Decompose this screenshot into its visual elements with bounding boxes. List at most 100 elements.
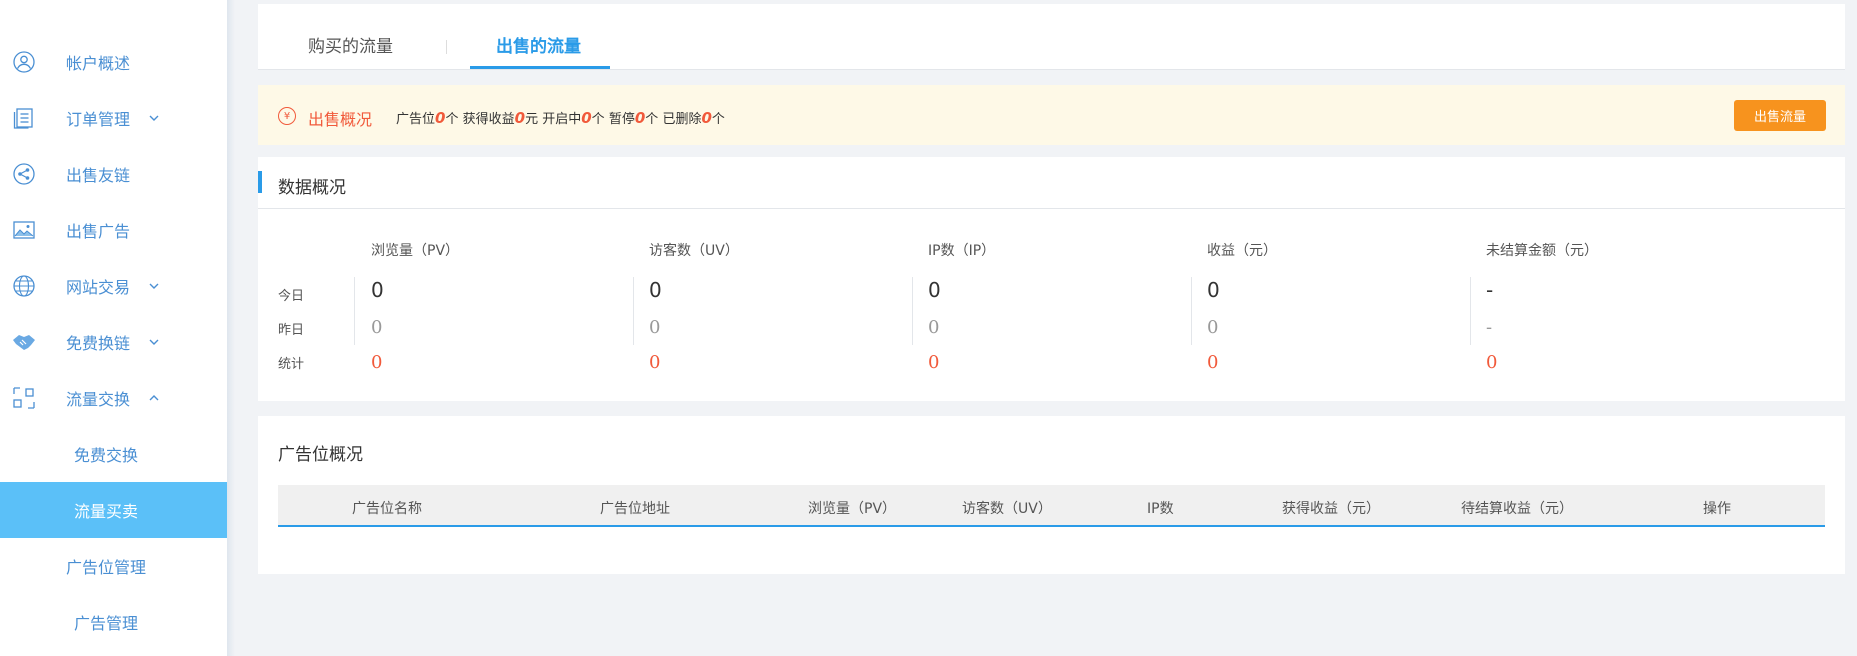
col-head-uv: 访客数（UV） bbox=[649, 243, 739, 259]
sales-summary-bar: ¥ 出售概况 广告位0个 获得收益0元 开启中0个 暂停0个 已删除0个 出售流… bbox=[258, 85, 1845, 145]
sidebar-item-order-management[interactable]: 订单管理 bbox=[0, 90, 227, 146]
share-icon bbox=[12, 162, 36, 186]
row-label-today: 今日 bbox=[278, 289, 305, 304]
earned-value: 0 bbox=[514, 109, 526, 127]
sidebar-subitem-free-exchange[interactable]: 免费交换 bbox=[0, 426, 227, 482]
sidebar-item-label: 流量交换 bbox=[66, 390, 131, 409]
ad-slot-overview-panel: 广告位概况 广告位名称 广告位地址 浏览量（PV） 访客数（UV） IP数 获得… bbox=[258, 416, 1845, 574]
total-unsettled: 0 bbox=[1486, 352, 1498, 373]
th-pending: 待结算收益（元） bbox=[1461, 501, 1573, 517]
tab-sold-traffic[interactable]: 出售的流量 bbox=[496, 32, 581, 57]
th-pv: 浏览量（PV） bbox=[808, 501, 897, 517]
sidebar-divider bbox=[227, 0, 235, 656]
slots-count: 0 bbox=[435, 109, 446, 127]
column-divider bbox=[1470, 277, 1471, 345]
chevron-down-icon bbox=[149, 115, 159, 121]
section-accent-bar bbox=[258, 171, 262, 193]
th-slot-name: 广告位名称 bbox=[352, 501, 422, 517]
total-pv: 0 bbox=[371, 352, 383, 373]
row-label-total: 统计 bbox=[278, 357, 305, 372]
sidebar-subitem-ad-management[interactable]: 广告管理 bbox=[0, 594, 227, 650]
sidebar-item-website-trading[interactable]: 网站交易 bbox=[0, 258, 227, 314]
sidebar-item-label: 网站交易 bbox=[66, 278, 131, 297]
ad-slot-table-header: 广告位名称 广告位地址 浏览量（PV） 访客数（UV） IP数 获得收益（元） … bbox=[278, 485, 1825, 527]
yesterday-income: 0 bbox=[1207, 317, 1219, 338]
today-uv: 0 bbox=[649, 278, 662, 302]
total-ip: 0 bbox=[928, 352, 940, 373]
sidebar-subitem-label: 广告管理 bbox=[74, 614, 139, 633]
user-icon bbox=[12, 50, 36, 74]
unit-yuan: 元 bbox=[525, 112, 539, 127]
today-pv: 0 bbox=[371, 278, 384, 302]
total-income: 0 bbox=[1207, 352, 1219, 373]
exchange-icon bbox=[12, 386, 36, 410]
today-income: 0 bbox=[1207, 278, 1220, 302]
yesterday-pv: 0 bbox=[371, 317, 383, 338]
sidebar-item-traffic-exchange[interactable]: 流量交换 bbox=[0, 370, 227, 426]
yuan-icon: ¥ bbox=[278, 107, 296, 125]
chevron-down-icon bbox=[149, 283, 159, 289]
th-actions: 操作 bbox=[1703, 501, 1731, 517]
data-overview-panel: 数据概况 浏览量（PV） 访客数（UV） IP数（IP） 收益（元） 未结算金额… bbox=[258, 157, 1845, 401]
deleted-label: 已删除 bbox=[662, 112, 702, 127]
slots-label: 广告位 bbox=[396, 112, 436, 127]
sidebar-item-sell-ads[interactable]: 出售广告 bbox=[0, 202, 227, 258]
yesterday-uv: 0 bbox=[649, 317, 661, 338]
earned-label: 获得收益 bbox=[462, 112, 515, 127]
th-slot-address: 广告位地址 bbox=[600, 501, 670, 517]
column-divider bbox=[1191, 277, 1192, 345]
sidebar-item-label: 帐户概述 bbox=[66, 54, 131, 73]
unit-count: 个 bbox=[591, 112, 605, 127]
unit-count: 个 bbox=[711, 112, 725, 127]
sidebar-item-sell-friend-links[interactable]: 出售友链 bbox=[0, 146, 227, 202]
open-count: 0 bbox=[581, 109, 592, 127]
sidebar-item-label: 免费换链 bbox=[66, 334, 131, 353]
chevron-down-icon bbox=[149, 339, 159, 345]
open-label: 开启中 bbox=[542, 112, 582, 127]
th-earned: 获得收益（元） bbox=[1282, 501, 1380, 517]
sidebar-item-account-overview[interactable]: 帐户概述 bbox=[0, 34, 227, 90]
column-divider bbox=[633, 277, 634, 345]
paused-count: 0 bbox=[634, 109, 646, 127]
col-head-unsettled: 未结算金额（元） bbox=[1486, 243, 1598, 259]
th-ip: IP数 bbox=[1147, 501, 1174, 517]
column-divider bbox=[912, 277, 913, 345]
sidebar-subitem-label: 流量买卖 bbox=[74, 502, 139, 521]
total-uv: 0 bbox=[649, 352, 661, 373]
today-ip: 0 bbox=[928, 278, 941, 302]
list-icon bbox=[12, 106, 36, 130]
sidebar: 帐户概述 订单管理 出售友链 出售广告 网站交易 免费换链 流量交换 免费交换 … bbox=[0, 0, 227, 656]
row-label-yesterday: 昨日 bbox=[278, 323, 305, 338]
th-uv: 访客数（UV） bbox=[962, 501, 1052, 517]
tab-separator bbox=[446, 40, 447, 54]
sidebar-subitem-label: 广告位管理 bbox=[66, 558, 147, 577]
unit-count: 个 bbox=[645, 112, 659, 127]
yesterday-ip: 0 bbox=[928, 317, 940, 338]
tabs-bar: 购买的流量 出售的流量 bbox=[258, 4, 1845, 70]
sidebar-subitem-traffic-trading[interactable]: 流量买卖 bbox=[0, 482, 227, 538]
chevron-up-icon bbox=[149, 395, 159, 401]
ad-slot-overview-title: 广告位概况 bbox=[278, 445, 363, 465]
sell-traffic-button[interactable]: 出售流量 bbox=[1734, 100, 1826, 131]
sidebar-item-label: 出售广告 bbox=[66, 222, 131, 241]
sidebar-item-free-link-exchange[interactable]: 免费换链 bbox=[0, 314, 227, 370]
yesterday-unsettled: - bbox=[1486, 317, 1493, 338]
globe-icon bbox=[12, 274, 36, 298]
tab-bought-traffic[interactable]: 购买的流量 bbox=[308, 32, 393, 57]
col-head-pv: 浏览量（PV） bbox=[371, 243, 460, 259]
col-head-income: 收益（元） bbox=[1207, 243, 1277, 259]
sidebar-subitem-ad-slot-management[interactable]: 广告位管理 bbox=[0, 538, 227, 594]
sidebar-item-label: 订单管理 bbox=[66, 110, 131, 129]
handshake-icon bbox=[12, 330, 36, 354]
col-head-ip: IP数（IP） bbox=[928, 243, 996, 259]
today-unsettled: - bbox=[1486, 278, 1494, 302]
sales-summary-text: 广告位0个 获得收益0元 开启中0个 暂停0个 已删除0个 bbox=[396, 108, 725, 127]
deleted-count: 0 bbox=[701, 109, 712, 127]
image-icon bbox=[12, 218, 36, 242]
column-divider bbox=[354, 277, 355, 345]
unit-count: 个 bbox=[445, 112, 459, 127]
data-overview-header: 数据概况 bbox=[258, 157, 1845, 209]
data-overview-title: 数据概况 bbox=[278, 178, 346, 198]
paused-label: 暂停 bbox=[608, 112, 635, 127]
sidebar-item-label: 出售友链 bbox=[66, 166, 131, 185]
